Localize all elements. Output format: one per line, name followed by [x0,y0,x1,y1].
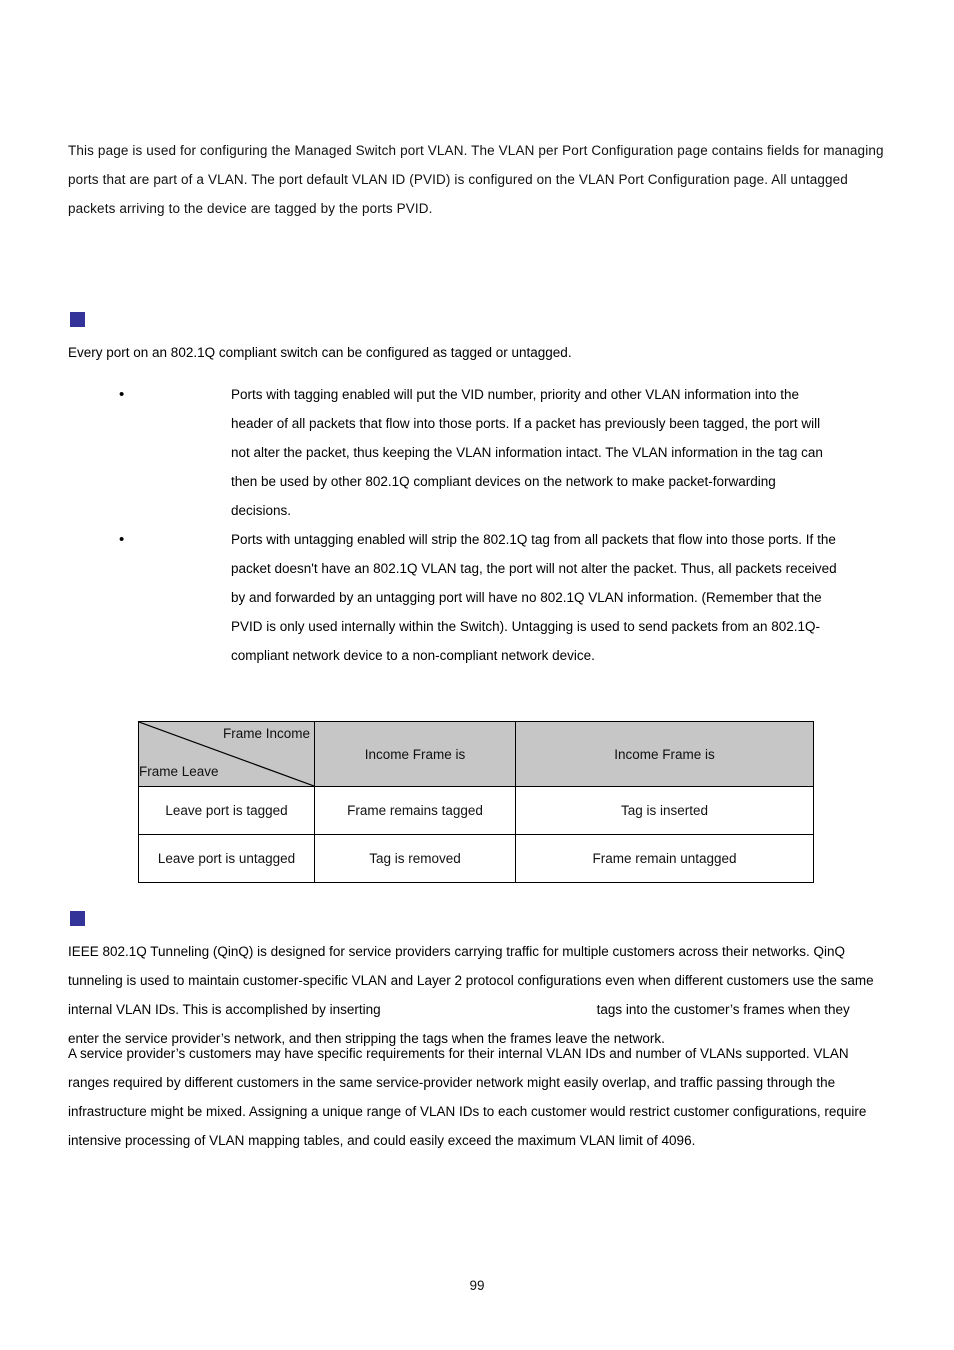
section-square-bullet-icon [70,911,85,926]
table-row-header: Leave port is untagged [138,834,315,883]
bullet-dot-icon: • [119,531,125,548]
table-cell-value: Frame remains tagged [347,803,483,818]
qinq-paragraph-2-text: A service provider’s customers may have … [68,1046,867,1148]
table-header-row: Frame Income Frame Leave Income Frame is… [138,721,814,787]
list-item-text: Ports with untagging enabled will strip … [231,532,837,663]
tagging-bullet-list: • Ports with tagging enabled will put th… [68,380,884,670]
bullet-dot-icon: • [119,386,125,403]
table-column-header-1: Income Frame is [314,721,516,787]
tagging-section-lead: Every port on an 802.1Q compliant switch… [68,345,572,360]
column-header-label: Income Frame is [614,746,715,762]
table-cell: Tag is inserted [515,786,814,835]
table-cell-value: Tag is inserted [620,803,709,818]
list-item-text: Ports with tagging enabled will put the … [231,387,823,518]
table-row-header: Leave port is tagged [138,786,315,835]
list-item: • Ports with tagging enabled will put th… [68,380,884,525]
corner-label-frame-income: Frame Income [222,726,310,741]
table-column-header-2: Income Frame is [515,721,814,787]
intro-paragraph: This page is used for configuring the Ma… [68,143,884,216]
table-row: Leave port is tagged Frame remains tagge… [138,786,814,835]
frame-tagging-table: Frame Income Frame Leave Income Frame is… [138,721,814,883]
table-cell-value: Frame remain untagged [592,851,737,866]
qinq-paragraph-1-text: IEEE 802.1Q Tunneling (QinQ) is designed… [68,937,884,1053]
row-header-label: Leave port is untagged [157,851,296,866]
table-cell-value: Tag is removed [369,851,461,866]
table-cell: Frame remain untagged [515,834,814,883]
corner-label-frame-leave: Frame Leave [139,764,219,779]
page-number: 99 [469,1278,485,1293]
list-item: • Ports with untagging enabled will stri… [68,525,884,670]
qinq-paragraph-2: A service provider’s customers may have … [68,1039,884,1155]
table-cell: Tag is removed [314,834,516,883]
column-header-label: Income Frame is [364,746,466,762]
table-corner-cell: Frame Income Frame Leave [138,721,315,787]
table-row: Leave port is untagged Tag is removed Fr… [138,834,814,883]
document-page: This page is used for configuring the Ma… [0,0,954,1350]
row-header-label: Leave port is tagged [165,803,288,818]
table-cell: Frame remains tagged [314,786,516,835]
section-square-bullet-icon [70,312,85,327]
qinq-paragraph-1: IEEE 802.1Q Tunneling (QinQ) is designed… [68,937,884,1053]
